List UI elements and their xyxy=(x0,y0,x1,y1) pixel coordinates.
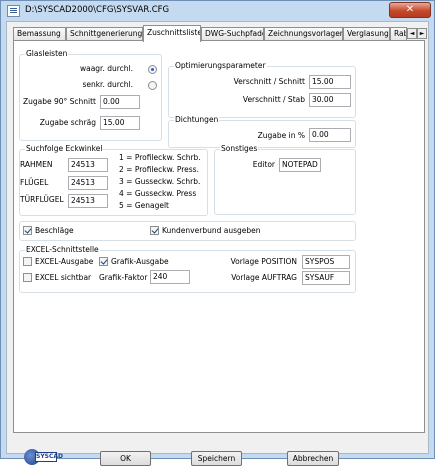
tab-page-zuschnittsliste: Glasleisten waagr. durchl. senkr. durchl… xyxy=(13,40,425,466)
beschlaege-label: Beschläge xyxy=(35,226,74,235)
tab-scroll-right-icon[interactable]: ► xyxy=(417,28,427,39)
tab-schnittgenerierung[interactable]: Schnittgenerierung xyxy=(66,27,143,41)
legend-item-5: 5 = Genagelt xyxy=(119,201,169,210)
glasleisten-title: Glasleisten xyxy=(25,49,69,58)
tab-strip: Bemassung Schnittgenerierung Zuschnittsl… xyxy=(13,25,427,42)
group-glasleisten: Glasleisten waagr. durchl. senkr. durchl… xyxy=(19,49,162,141)
grafik-faktor-field[interactable]: 240 xyxy=(150,270,190,284)
zugabe-schraeg-label: Zugabe schräg xyxy=(39,118,96,127)
fluegel-field[interactable]: 24513 xyxy=(68,176,108,190)
tab-zeichnungsvorlagen[interactable]: Zeichnungsvorlagen xyxy=(264,27,343,41)
grafik-ausgabe-checkbox[interactable] xyxy=(99,257,108,266)
zugabe-schraeg-field[interactable]: 15.00 xyxy=(100,116,140,130)
zugabe-90-field[interactable]: 0.00 xyxy=(100,95,140,109)
excel-title: EXCEL-Schnittstelle xyxy=(25,245,100,254)
tab-dwg-suchpfade[interactable]: DWG-Suchpfade xyxy=(201,27,264,41)
verschnitt-stab-field[interactable]: 30.00 xyxy=(309,93,351,107)
kundenverbund-label: Kundenverbund ausgeben xyxy=(162,226,261,235)
dialog-window: D:\SYSCAD2000\CFG\SYSVAR.CFG ✕ Bemassung… xyxy=(0,0,435,466)
vorlage-position-field[interactable]: SYSPOS xyxy=(302,255,350,269)
vorlage-position-label: Vorlage POSITION xyxy=(230,257,297,266)
excel-ausgabe-checkbox[interactable] xyxy=(23,257,32,266)
app-icon xyxy=(7,5,20,17)
verschnitt-schnitt-label: Verschnitt / Schnitt xyxy=(233,77,305,86)
grafik-ausgabe-label: Grafik-Ausgabe xyxy=(111,257,169,266)
vorlage-auftrag-label: Vorlage AUFTRAG xyxy=(231,273,297,282)
dichtungen-zugabe-label: Zugabe in % xyxy=(257,131,305,140)
excel-sichtbar-label: EXCEL sichtbar xyxy=(35,273,92,282)
group-excel: EXCEL-Schnittstelle EXCEL-Ausgabe EXCEL … xyxy=(19,245,356,293)
syscad-logo: SYSCAD xyxy=(24,449,64,465)
excel-ausgabe-label: EXCEL-Ausgabe xyxy=(35,257,94,266)
zugabe-90-label: Zugabe 90° Schnitt xyxy=(22,97,96,106)
logo-text: SYSCAD xyxy=(35,452,64,462)
kundenverbund-checkbox[interactable] xyxy=(150,226,159,235)
tab-bemassung[interactable]: Bemassung xyxy=(13,27,66,41)
verschnitt-stab-label: Verschnitt / Stab xyxy=(242,95,305,104)
legend-item-3: 3 = Gusseckw. Schrb. xyxy=(119,177,201,186)
verschnitt-schnitt-field[interactable]: 15.00 xyxy=(309,75,351,89)
senkr-label: senkr. durchl. xyxy=(82,80,133,89)
tuerfluegel-label: TÜRFLÜGEL xyxy=(20,195,64,204)
editor-label: Editor xyxy=(252,160,275,169)
group-sonstiges: Sonstiges Editor NOTEPAD xyxy=(214,144,356,215)
dichtungen-zugabe-field[interactable]: 0.00 xyxy=(309,128,351,142)
tab-rab[interactable]: Rab xyxy=(390,27,407,41)
group-optimierung: Optimierungsparameter Verschnitt / Schni… xyxy=(168,61,356,118)
tab-verglasung[interactable]: Verglasung xyxy=(343,27,390,41)
tab-zuschnittsliste[interactable]: Zuschnittsliste xyxy=(143,25,201,42)
legend-item-2: 2 = Profileckw. Press. xyxy=(119,165,199,174)
optimierung-title: Optimierungsparameter xyxy=(174,61,267,70)
editor-field[interactable]: NOTEPAD xyxy=(279,158,321,172)
title-bar: D:\SYSCAD2000\CFG\SYSVAR.CFG ✕ xyxy=(1,1,434,21)
rahmen-field[interactable]: 24513 xyxy=(68,158,108,172)
window-title: D:\SYSCAD2000\CFG\SYSVAR.CFG xyxy=(25,5,170,15)
group-suchfolge: Suchfolge Eckwinkel RAHMEN 24513 FLÜGEL … xyxy=(19,144,208,216)
waagr-radio[interactable] xyxy=(148,65,157,74)
excel-sichtbar-checkbox[interactable] xyxy=(23,273,32,282)
tab-scroll-left-icon[interactable]: ◄ xyxy=(407,28,417,39)
dichtungen-title: Dichtungen xyxy=(174,115,220,124)
waagr-label: waagr. durchl. xyxy=(79,64,133,73)
fluegel-label: FLÜGEL xyxy=(20,178,49,187)
senkr-radio[interactable] xyxy=(148,81,157,90)
group-optionen: Beschläge Kundenverbund ausgeben xyxy=(19,221,356,241)
grafik-faktor-label: Grafik-Faktor xyxy=(99,273,148,282)
rahmen-label: RAHMEN xyxy=(20,160,53,169)
suchfolge-title: Suchfolge Eckwinkel xyxy=(25,144,104,153)
group-dichtungen: Dichtungen Zugabe in % 0.00 xyxy=(168,115,356,148)
sonstiges-title: Sonstiges xyxy=(220,144,259,153)
legend-item-1: 1 = Profileckw. Schrb. xyxy=(119,153,201,162)
legend-item-4: 4 = Gusseckw. Press xyxy=(119,189,197,198)
close-button[interactable]: ✕ xyxy=(389,2,431,18)
beschlaege-checkbox[interactable] xyxy=(23,226,32,235)
tuerfluegel-field[interactable]: 24513 xyxy=(68,194,108,208)
vorlage-auftrag-field[interactable]: SYSAUF xyxy=(302,271,350,285)
dialog-body: Bemassung Schnittgenerierung Zuschnittsl… xyxy=(6,21,429,466)
